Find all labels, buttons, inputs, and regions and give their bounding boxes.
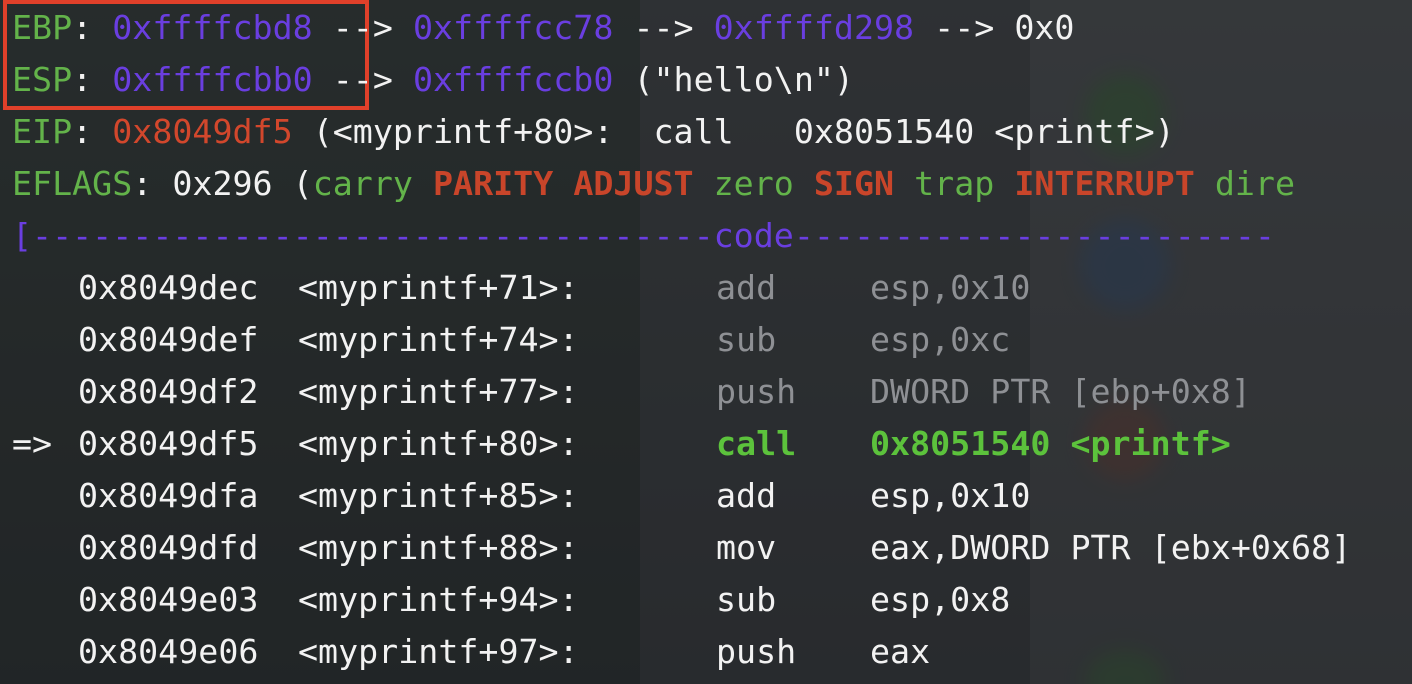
register-ebp-line: EBP: 0xffffcbd8 --> 0xffffcc78 --> 0xfff… xyxy=(12,2,1074,54)
instruction-operands: esp,0x8 xyxy=(870,580,1011,619)
instruction-symbol: <myprintf+80>: xyxy=(298,424,579,463)
instruction-operands: eax,DWORD PTR [ebx+0x68] xyxy=(870,528,1352,567)
flag-direction: dire xyxy=(1214,164,1295,203)
instruction-address: 0x8049df2 xyxy=(78,372,259,411)
register-label: EIP xyxy=(12,112,73,151)
separator: : xyxy=(72,60,113,99)
instruction-symbol: <myprintf+88>: xyxy=(298,528,579,567)
current-instruction-marker: => xyxy=(12,424,53,463)
code-line: 0x8049def <myprintf+74>: sub esp,0xc xyxy=(0,314,1412,366)
ebp-chain-2: 0xffffd298 xyxy=(713,8,915,47)
instruction-mnemonic: sub xyxy=(716,580,777,619)
current-instruction-marker xyxy=(12,366,52,418)
eip-value: 0x8049df5 xyxy=(112,112,293,151)
arrow: --> xyxy=(312,60,413,99)
terminal-window[interactable]: EBP: 0xffffcbd8 --> 0xffffcc78 --> 0xfff… xyxy=(0,0,1412,684)
bracket: [ xyxy=(12,216,33,255)
esp-chain-1: 0xffffccb0 xyxy=(412,60,614,99)
register-label: EBP xyxy=(12,8,73,47)
instruction-mnemonic: add xyxy=(716,268,777,307)
instruction-operands: esp,0xc xyxy=(870,320,1011,359)
arrow: --> xyxy=(613,8,714,47)
eflags-value: 0x296 ( xyxy=(172,164,313,203)
arrow: --> xyxy=(914,8,1015,47)
instruction-symbol: <myprintf+71>: xyxy=(298,268,579,307)
code-line: 0x8049e03 <myprintf+94>: sub esp,0x8 xyxy=(0,574,1412,626)
separator: : xyxy=(132,164,173,203)
eip-instruction: (<myprintf+80>: call 0x8051540 <printf>) xyxy=(292,112,1175,151)
instruction-operands: esp,0x10 xyxy=(870,476,1031,515)
separator: : xyxy=(72,112,113,151)
current-instruction-marker xyxy=(12,470,52,522)
code-section-title: code xyxy=(713,216,794,255)
instruction-operands: esp,0x10 xyxy=(870,268,1031,307)
register-label: ESP xyxy=(12,60,73,99)
instruction-mnemonic: push xyxy=(716,372,797,411)
code-section-separator: [----------------------------------code-… xyxy=(12,210,1275,262)
flag-zero: zero xyxy=(713,164,794,203)
code-line: 0x8049dfa <myprintf+85>: add esp,0x10 xyxy=(0,470,1412,522)
instruction-operands: DWORD PTR [ebp+0x8] xyxy=(870,372,1251,411)
current-instruction-marker xyxy=(12,522,52,574)
instruction-symbol: <myprintf+94>: xyxy=(298,580,579,619)
code-line: 0x8049dec <myprintf+71>: add esp,0x10 xyxy=(0,262,1412,314)
separator: : xyxy=(72,8,113,47)
register-esp-line: ESP: 0xffffcbb0 --> 0xffffccb0 ("hello\n… xyxy=(12,54,854,106)
instruction-symbol: <myprintf+85>: xyxy=(298,476,579,515)
current-instruction-marker xyxy=(12,626,52,678)
esp-string: ("hello\n") xyxy=(613,60,854,99)
code-line: 0x8049df2 <myprintf+77>: push DWORD PTR [eb… xyxy=(0,366,1412,418)
register-label: EFLAGS xyxy=(12,164,133,203)
instruction-symbol: <myprintf+77>: xyxy=(298,372,579,411)
flag-sign: SIGN xyxy=(813,164,895,203)
flag-trap: trap xyxy=(914,164,995,203)
current-instruction-marker xyxy=(12,262,52,314)
instruction-address: 0x8049def xyxy=(78,320,259,359)
current-instruction-marker xyxy=(12,574,52,626)
ebp-chain-1: 0xffffcc78 xyxy=(412,8,614,47)
ebp-chain-3: 0x0 xyxy=(1014,8,1075,47)
flag-parity: PARITY xyxy=(432,164,554,203)
code-line: 0x8049e06 <myprintf+97>: push eax xyxy=(0,626,1412,678)
register-eip-line: EIP: 0x8049df5 (<myprintf+80>: call 0x80… xyxy=(12,106,1175,158)
esp-value: 0xffffcbb0 xyxy=(112,60,313,99)
instruction-address: 0x8049dfd xyxy=(78,528,259,567)
instruction-operands: 0x8051540 <printf> xyxy=(870,424,1231,463)
instruction-address: 0x8049e06 xyxy=(78,632,259,671)
register-eflags-line: EFLAGS: 0x296 (carry PARITY ADJUST zero … xyxy=(12,158,1295,210)
instruction-address: 0x8049e03 xyxy=(78,580,259,619)
instruction-operands: eax xyxy=(870,632,931,671)
instruction-symbol: <myprintf+97>: xyxy=(298,632,579,671)
instruction-mnemonic: call xyxy=(716,424,797,463)
dashes: ---------------------------------- xyxy=(32,216,714,255)
instruction-address: 0x8049df5 xyxy=(78,424,259,463)
current-instruction-marker xyxy=(12,314,52,366)
code-line: 0x8049dfd <myprintf+88>: mov eax,DWORD PTR … xyxy=(0,522,1412,574)
flag-interrupt: INTERRUPT xyxy=(1014,164,1195,203)
arrow: --> xyxy=(312,8,413,47)
instruction-mnemonic: add xyxy=(716,476,777,515)
ebp-value: 0xffffcbd8 xyxy=(112,8,313,47)
instruction-address: 0x8049dfa xyxy=(78,476,259,515)
instruction-symbol: <myprintf+74>: xyxy=(298,320,579,359)
dashes: ------------------------ xyxy=(793,216,1275,255)
code-line: => 0x8049df5 <myprintf+80>: call 0x8051540 <… xyxy=(0,418,1412,470)
flag-adjust: ADJUST xyxy=(573,164,694,203)
instruction-mnemonic: mov xyxy=(716,528,777,567)
flag-carry: carry xyxy=(312,164,413,203)
instruction-mnemonic: push xyxy=(716,632,797,671)
instruction-address: 0x8049dec xyxy=(78,268,259,307)
instruction-mnemonic: sub xyxy=(716,320,777,359)
